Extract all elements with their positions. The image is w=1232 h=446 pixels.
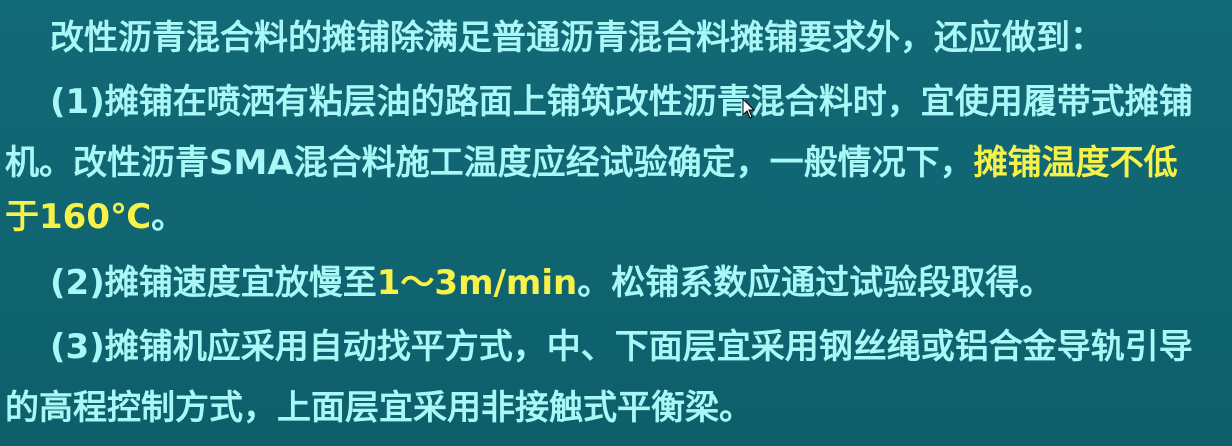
item3-line1: (3)摊铺机应采用自动找平方式，中、下面层宜采用钢丝绳或铝合金导轨引导 xyxy=(50,327,1193,367)
intro-line: 改性沥青混合料的摊铺除满足普通沥青混合料摊铺要求外，还应做到： xyxy=(50,18,1104,58)
item2-line: (2)摊铺速度宜放慢至1～3m/min。松铺系数应通过试验段取得。 xyxy=(50,263,1053,303)
mouse-pointer-icon xyxy=(742,98,756,119)
item2-text-a: (2)摊铺速度宜放慢至 xyxy=(50,263,377,303)
slide: 改性沥青混合料的摊铺除满足普通沥青混合料摊铺要求外，还应做到： (1)摊铺在喷洒… xyxy=(0,0,1232,446)
paving-speed-highlight: 1～3m/min xyxy=(376,263,578,303)
item1-line1: (1)摊铺在喷洒有粘层油的路面上铺筑改性沥青混合料时，宜使用履带式摊铺 xyxy=(50,82,1193,122)
item3-line2-text: 的高程控制方式，上面层宜采用非接触式平衡梁。 xyxy=(5,388,753,428)
intro-text: 改性沥青混合料的摊铺除满足普通沥青混合料摊铺要求外，还应做到： xyxy=(50,18,1104,58)
item2-text-b: 。松铺系数应通过试验段取得。 xyxy=(577,263,1054,303)
item1-line2: 机。改性沥青SMA混合料施工温度应经试验确定，一般情况下，摊铺温度不低 xyxy=(5,143,1178,183)
item3-line1-text: (3)摊铺机应采用自动找平方式，中、下面层宜采用钢丝绳或铝合金导轨引导 xyxy=(50,327,1193,367)
item1-line1-text: (1)摊铺在喷洒有粘层油的路面上铺筑改性沥青混合料时，宜使用履带式摊铺 xyxy=(50,82,1193,122)
item1-line3-end: 。 xyxy=(151,197,186,237)
item1-line2-text: 机。改性沥青SMA混合料施工温度应经试验确定，一般情况下， xyxy=(5,143,974,183)
paving-temperature-highlight-2: 于160℃ xyxy=(5,197,152,237)
item3-line2: 的高程控制方式，上面层宜采用非接触式平衡梁。 xyxy=(5,388,753,428)
paving-temperature-highlight-1: 摊铺温度不低 xyxy=(973,143,1178,183)
item1-line3: 于160℃。 xyxy=(5,197,185,237)
